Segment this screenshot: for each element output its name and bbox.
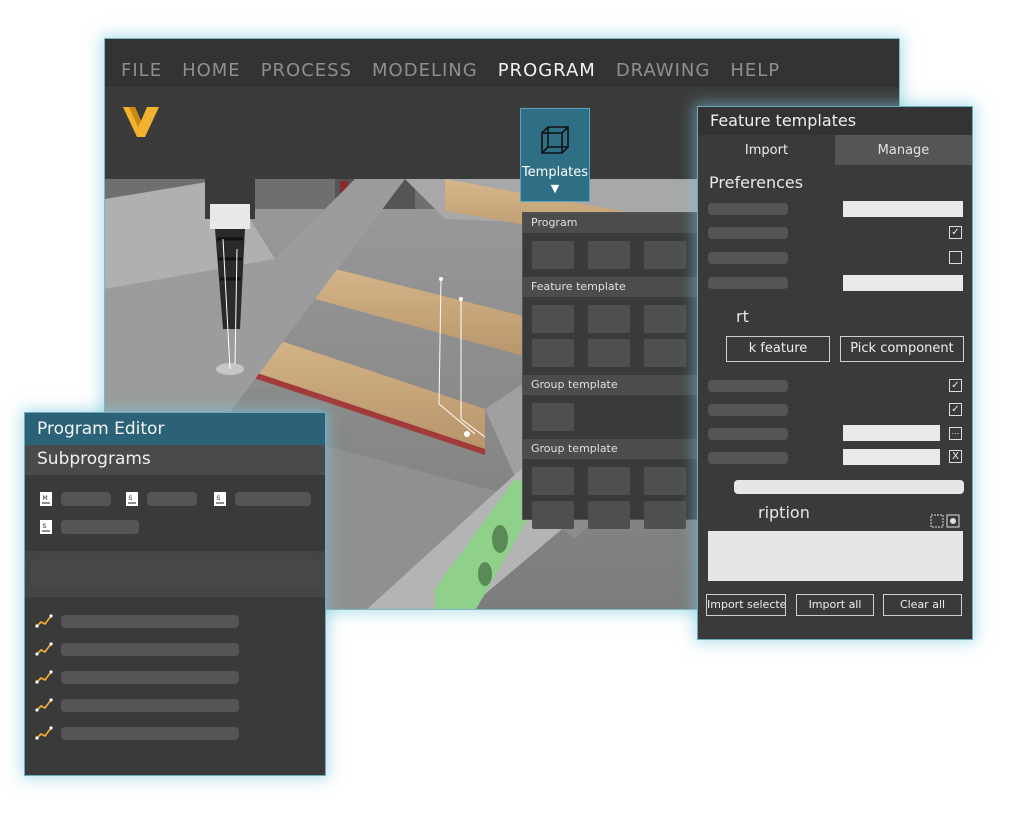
pick-component-button[interactable]: Pick component: [840, 336, 964, 362]
group-template-tile[interactable]: [644, 467, 686, 495]
browse-button[interactable]: ...: [949, 427, 962, 440]
import-selected-button[interactable]: Import selectec: [706, 594, 786, 616]
subprograms-heading: Subprograms: [25, 445, 325, 475]
option-field[interactable]: [843, 425, 940, 441]
feature-template-tile[interactable]: [588, 339, 630, 367]
group-template-tile[interactable]: [532, 467, 574, 495]
program-template-tile[interactable]: [588, 241, 630, 269]
menu-modeling[interactable]: MODELING: [372, 60, 478, 81]
svg-text:S: S: [129, 495, 133, 502]
option-label: [708, 452, 788, 464]
path-field[interactable]: [734, 480, 964, 494]
weld-path-icon: [35, 642, 53, 656]
program-search-bar[interactable]: [31, 559, 319, 589]
weld-path-icon: [35, 670, 53, 684]
templates-button[interactable]: Templates ▼: [520, 108, 590, 202]
subprogram-name[interactable]: [235, 492, 311, 506]
subprogram-doc-icon[interactable]: S: [125, 491, 139, 507]
subprogram-doc-icon[interactable]: S: [39, 519, 53, 535]
svg-text:S: S: [43, 523, 47, 530]
preference-checkbox[interactable]: [949, 251, 962, 264]
feature-templates-panel: Feature templates Import Manage Preferen…: [697, 106, 973, 640]
feature-template-tile[interactable]: [532, 305, 574, 333]
option-label: [708, 428, 788, 440]
feature-template-tile[interactable]: [644, 305, 686, 333]
cube-icon: [541, 126, 569, 154]
program-template-tile[interactable]: [644, 241, 686, 269]
option-label: [708, 380, 788, 392]
weld-path-row[interactable]: [35, 641, 255, 657]
option-label: [708, 404, 788, 416]
option-checkbox[interactable]: ✓: [949, 379, 962, 392]
subprogram-name[interactable]: [61, 520, 139, 534]
preference-label: [708, 227, 788, 239]
panel-title: Feature templates: [698, 107, 972, 135]
import-all-button[interactable]: Import all: [796, 594, 874, 616]
weld-path-row[interactable]: [35, 613, 255, 629]
svg-text:M: M: [43, 495, 48, 502]
weld-path-row[interactable]: [35, 669, 255, 685]
preference-label: [708, 252, 788, 264]
preference-field[interactable]: [843, 201, 963, 217]
program-editor-panel: Program Editor Subprograms M S S S: [24, 412, 326, 776]
weld-path-name: [61, 699, 239, 712]
app-logo-icon: [123, 107, 159, 137]
program-template-tile[interactable]: [532, 241, 574, 269]
feature-template-tile[interactable]: [644, 339, 686, 367]
tab-manage[interactable]: Manage: [835, 135, 972, 165]
group-template-tile[interactable]: [532, 403, 574, 431]
menu-process[interactable]: PROCESS: [261, 60, 352, 81]
weld-path-row[interactable]: [35, 725, 255, 741]
weld-path-name: [61, 643, 239, 656]
menu-bar: FILE HOME PROCESS MODELING PROGRAM DRAWI…: [105, 39, 899, 87]
svg-text:S: S: [217, 495, 221, 502]
main-program-doc-icon[interactable]: M: [39, 491, 53, 507]
clear-all-button[interactable]: Clear all: [883, 594, 962, 616]
feature-template-tile[interactable]: [532, 339, 574, 367]
preference-label: [708, 203, 788, 215]
menu-file[interactable]: FILE: [121, 60, 162, 81]
weld-path-icon: [35, 726, 53, 740]
subprogram-doc-icon[interactable]: S: [213, 491, 227, 507]
group-template-tile[interactable]: [532, 501, 574, 529]
feature-template-tile[interactable]: [588, 305, 630, 333]
preference-checkbox[interactable]: ✓: [949, 226, 962, 239]
preference-label: [708, 277, 788, 289]
description-textarea[interactable]: [708, 531, 963, 581]
option-field[interactable]: [843, 449, 940, 465]
subprogram-name[interactable]: [61, 492, 111, 506]
group-template-tile[interactable]: [644, 501, 686, 529]
subprogram-name[interactable]: [147, 492, 197, 506]
section-heading-partial: rt: [736, 307, 749, 326]
weld-path-icon: [35, 698, 53, 712]
option-checkbox[interactable]: ✓: [949, 403, 962, 416]
group-template-tile[interactable]: [588, 467, 630, 495]
pick-feature-button[interactable]: k feature: [726, 336, 830, 362]
clear-field-button[interactable]: X: [949, 450, 962, 463]
preference-field[interactable]: [843, 275, 963, 291]
tab-import[interactable]: Import: [698, 135, 835, 165]
weld-path-row[interactable]: [35, 697, 255, 713]
weld-path-name: [61, 615, 239, 628]
menu-drawing[interactable]: DRAWING: [616, 60, 711, 81]
program-editor-title: Program Editor: [25, 413, 325, 445]
panel-tabs: Import Manage: [698, 135, 972, 165]
menu-home[interactable]: HOME: [182, 60, 241, 81]
preferences-heading: Preferences: [709, 173, 804, 192]
weld-path-icon: [35, 614, 53, 628]
weld-path-name: [61, 671, 239, 684]
dropdown-arrow-icon: ▼: [550, 182, 560, 195]
group-template-tile[interactable]: [588, 501, 630, 529]
menu-help[interactable]: HELP: [730, 60, 780, 81]
weld-path-name: [61, 727, 239, 740]
description-tools-icon[interactable]: [930, 514, 960, 528]
templates-button-label: Templates: [521, 165, 589, 180]
menu-program[interactable]: PROGRAM: [498, 60, 596, 81]
description-heading-partial: ription: [758, 503, 810, 522]
